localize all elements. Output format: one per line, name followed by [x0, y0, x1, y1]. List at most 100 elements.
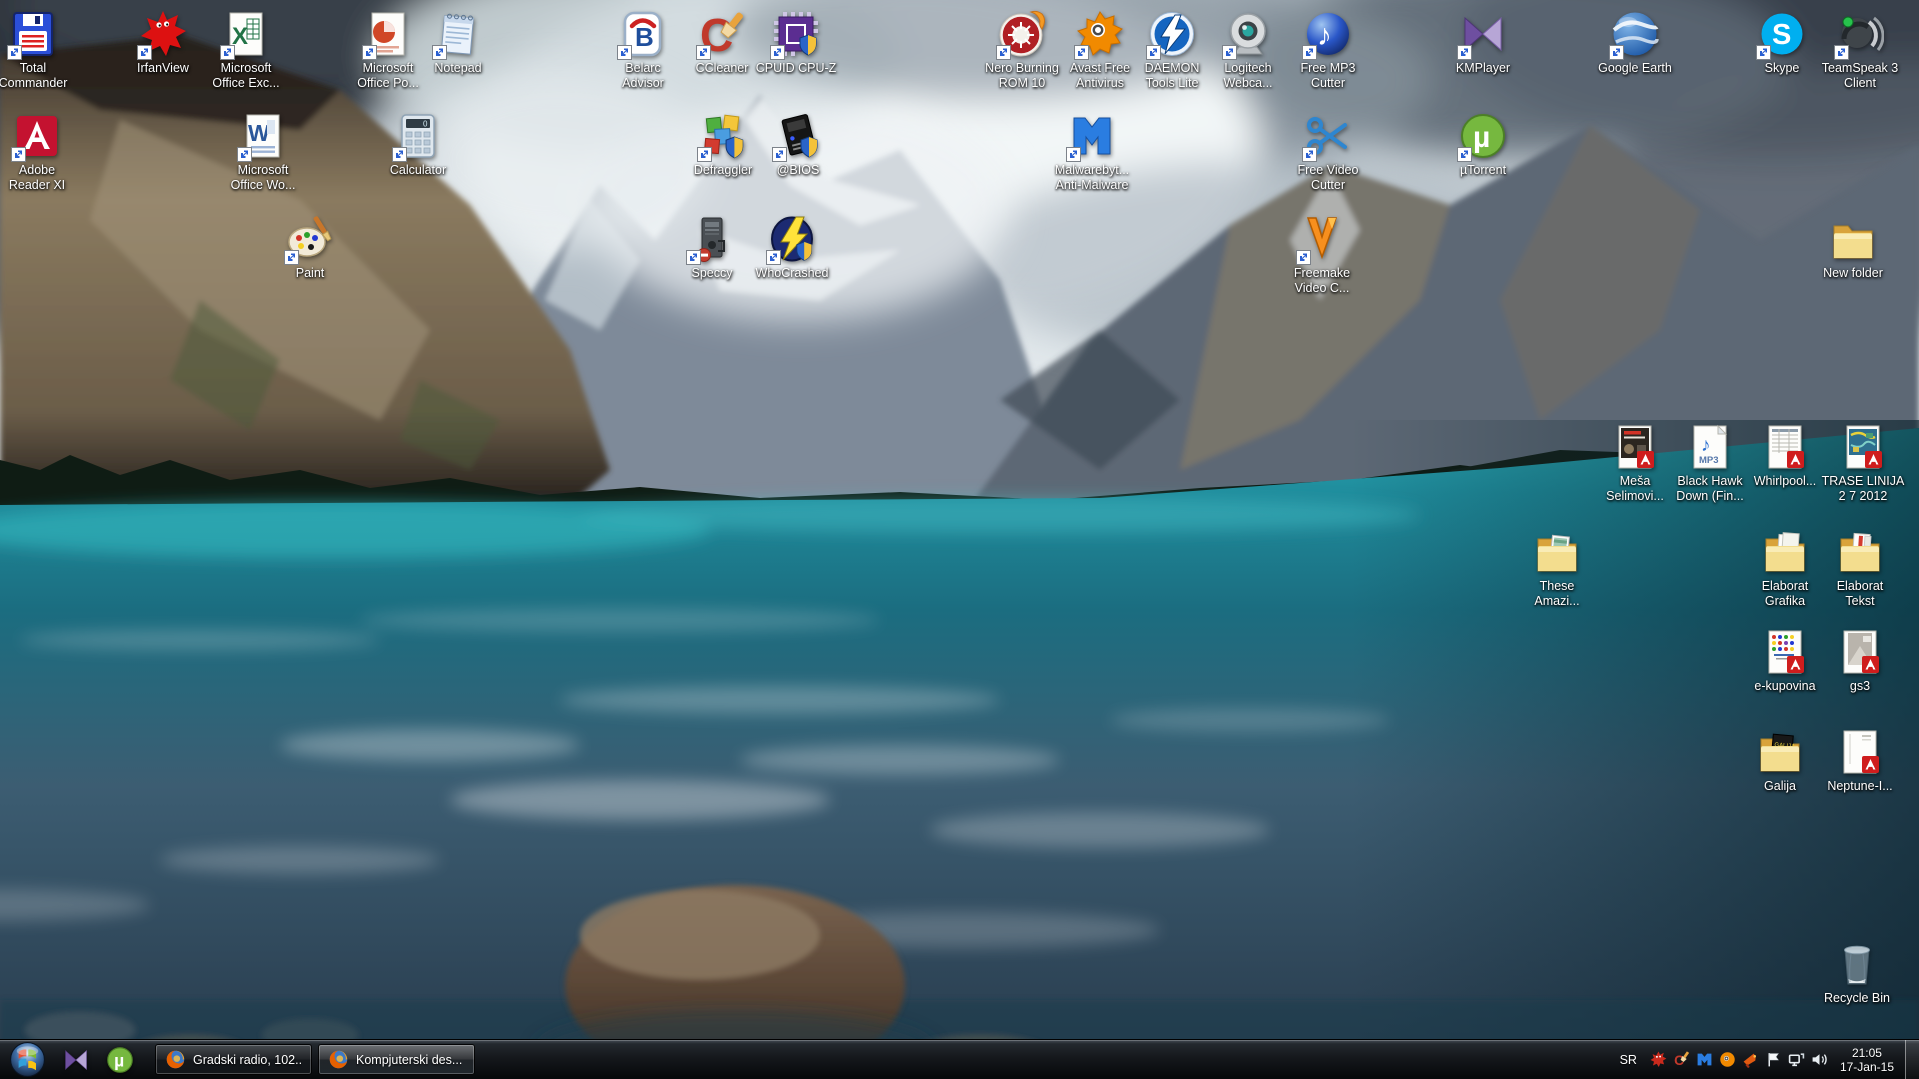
taskbar-pinned-icons: µ — [54, 1040, 142, 1079]
icon-label: Free VideoCutter — [1298, 163, 1359, 193]
gs3-pdf[interactable]: gs3 — [1814, 628, 1906, 694]
action-center-flag-icon[interactable] — [1762, 1040, 1785, 1079]
windows-logo-icon — [9, 1041, 46, 1078]
icon-label: IrfanView — [137, 61, 189, 76]
notepad[interactable]: Notepad — [412, 10, 504, 76]
icon-label: TeamSpeak 3Client — [1822, 61, 1898, 91]
microsoft-office-excel[interactable]: XMicrosoftOffice Exc... — [200, 10, 292, 91]
shortcut-arrow-icon — [137, 45, 152, 60]
icon-label: Calculator — [390, 163, 446, 178]
teamspeak-3-client[interactable]: TeamSpeak 3Client — [1814, 10, 1906, 91]
icon-label: AdobeReader XI — [9, 163, 65, 193]
shortcut-arrow-icon — [237, 147, 252, 162]
folderfull-icon — [1533, 528, 1581, 576]
cpuid-cpu-z[interactable]: CPUID CPU-Z — [750, 10, 842, 76]
kmplayer[interactable]: KMPlayer — [1437, 10, 1529, 76]
scissors-icon — [1304, 112, 1352, 160]
icon-label: New folder — [1823, 266, 1883, 281]
pdf-icon — [1836, 728, 1884, 776]
galija-folder[interactable]: GALIJAGalija — [1734, 728, 1826, 794]
shortcut-arrow-icon — [1609, 45, 1624, 60]
freemake-video-converter[interactable]: FreemakeVideo C... — [1276, 215, 1368, 296]
icon-label: TheseAmazi... — [1534, 579, 1579, 609]
tray-clock[interactable]: 21:05 17-Jan-15 — [1840, 1046, 1894, 1074]
neptune-pdf[interactable]: Neptune-I... — [1814, 728, 1906, 794]
shortcut-arrow-icon — [1834, 45, 1849, 60]
icon-label: Notepad — [434, 61, 481, 76]
icon-label: Paint — [296, 266, 325, 281]
speccy[interactable]: Speccy — [666, 215, 758, 281]
avast-tray-icon[interactable] — [1716, 1040, 1739, 1079]
firefox-icon — [328, 1049, 349, 1070]
logitech-webcam[interactable]: LogitechWebca... — [1202, 10, 1294, 91]
whocrashed[interactable]: WhoCrashed — [746, 215, 838, 281]
shortcut-arrow-icon — [1302, 147, 1317, 162]
speccy-icon — [688, 215, 736, 263]
teamspeak-icon — [1836, 10, 1884, 58]
adobe-reader-xi[interactable]: AdobeReader XI — [0, 112, 83, 193]
tray-date: 17-Jan-15 — [1840, 1060, 1894, 1074]
shortcut-arrow-icon — [1146, 45, 1161, 60]
total-commander[interactable]: TotalCommander — [0, 10, 79, 91]
pdf-icon — [1839, 423, 1887, 471]
these-amazing-folder[interactable]: TheseAmazi... — [1511, 528, 1603, 609]
free-video-cutter[interactable]: Free VideoCutter — [1282, 112, 1374, 193]
microsoft-office-word[interactable]: WMicrosoftOffice Wo... — [217, 112, 309, 193]
taskbar-kmplayer-button[interactable] — [54, 1040, 98, 1079]
svg-text:♪: ♪ — [1317, 19, 1332, 52]
trase-linija-pdf[interactable]: TRASE LINIJA2 7 2012 — [1817, 423, 1909, 504]
irfanview[interactable]: IrfanView — [117, 10, 209, 76]
google-earth[interactable]: Google Earth — [1589, 10, 1681, 76]
paint-icon — [286, 215, 334, 263]
volume-tray-icon[interactable] — [1808, 1040, 1831, 1079]
recycle-bin[interactable]: Recycle Bin — [1811, 940, 1903, 1006]
webcam-icon — [1224, 10, 1272, 58]
svg-text:MP3: MP3 — [1699, 455, 1719, 466]
firefox-icon — [165, 1049, 186, 1070]
tray-time: 21:05 — [1840, 1046, 1894, 1060]
utorrent-icon: µ — [1459, 112, 1507, 160]
kmplayer-icon — [1459, 10, 1507, 58]
malwarebytes-tray-icon[interactable] — [1693, 1040, 1716, 1079]
shortcut-arrow-icon — [696, 45, 711, 60]
new-folder[interactable]: New folder — [1807, 215, 1899, 281]
word-icon: W — [239, 112, 287, 160]
language-indicator[interactable]: SR — [1620, 1053, 1637, 1067]
horn-tray-icon[interactable] — [1739, 1040, 1762, 1079]
kmplayer-icon — [62, 1046, 90, 1074]
icon-label: Avast FreeAntivirus — [1070, 61, 1130, 91]
nero-icon — [998, 10, 1046, 58]
cpuz-icon — [772, 10, 820, 58]
bios-icon — [774, 112, 822, 160]
icon-label: MicrosoftOffice Po... — [357, 61, 419, 91]
icon-label: CPUID CPU-Z — [756, 61, 837, 76]
globe-icon — [1611, 10, 1659, 58]
atbios[interactable]: @BIOS — [752, 112, 844, 178]
malwarebytes-anti-malware[interactable]: Malwarebyt...Anti-Malware — [1046, 112, 1138, 193]
taskbar-window-kompjuterski[interactable]: Kompjuterski des... — [318, 1044, 475, 1075]
start-button[interactable] — [0, 1040, 54, 1079]
network-tray-icon[interactable] — [1785, 1040, 1808, 1079]
icon-label: Google Earth — [1598, 61, 1672, 76]
paint[interactable]: Paint — [264, 215, 356, 281]
taskbar-window-gradski-radio[interactable]: Gradski radio, 102... — [155, 1044, 312, 1075]
avast-icon — [1076, 10, 1124, 58]
icon-label: MešaSelimovi... — [1606, 474, 1664, 504]
pdf-icon — [1836, 628, 1884, 676]
folder-icon — [1829, 215, 1877, 263]
shortcut-arrow-icon — [996, 45, 1011, 60]
utorrent[interactable]: µµTorrent — [1437, 112, 1529, 178]
calculator[interactable]: 0Calculator — [372, 112, 464, 178]
window-title: Gradski radio, 102... — [193, 1053, 302, 1067]
ccleaner-tray-icon[interactable]: C — [1670, 1040, 1693, 1079]
icon-label: MicrosoftOffice Wo... — [231, 163, 296, 193]
elaborat-tekst-folder[interactable]: ElaboratTekst — [1814, 528, 1906, 609]
shortcut-arrow-icon — [697, 147, 712, 162]
daemon-icon — [1148, 10, 1196, 58]
irfanview-tray-icon[interactable] — [1647, 1040, 1670, 1079]
svg-text:♪: ♪ — [1701, 435, 1711, 456]
show-desktop-button[interactable] — [1905, 1040, 1919, 1079]
taskbar-utorrent-button[interactable]: µ — [98, 1040, 142, 1079]
free-mp3-cutter[interactable]: ♪Free MP3Cutter — [1282, 10, 1374, 91]
icon-label: WhoCrashed — [756, 266, 829, 281]
